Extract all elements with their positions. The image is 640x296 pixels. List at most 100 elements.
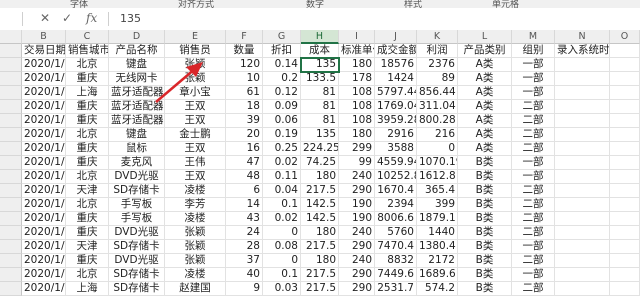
table-cell[interactable]: 1424 bbox=[375, 72, 417, 86]
select-all-corner[interactable] bbox=[0, 30, 22, 44]
table-cell[interactable]: 1070.19 bbox=[417, 156, 458, 170]
table-cell[interactable]: SD存储卡 bbox=[109, 268, 165, 282]
table-cell[interactable]: 二部 bbox=[512, 282, 555, 296]
table-cell[interactable]: 1769.04 bbox=[375, 100, 417, 114]
table-cell[interactable]: 217.5 bbox=[301, 268, 339, 282]
table-cell[interactable]: 142.5 bbox=[301, 212, 339, 226]
table-cell[interactable]: 216 bbox=[417, 128, 458, 142]
table-cell[interactable]: 1670.4 bbox=[375, 184, 417, 198]
table-cell[interactable]: 王双 bbox=[165, 100, 226, 114]
table-cell[interactable]: 18576 bbox=[375, 58, 417, 72]
table-cell[interactable]: A类 bbox=[458, 72, 512, 86]
row-header[interactable] bbox=[0, 114, 22, 128]
table-cell[interactable]: 二部 bbox=[512, 128, 555, 142]
column-title-cell[interactable]: 成本 bbox=[301, 44, 339, 58]
table-cell[interactable]: 290 bbox=[339, 268, 375, 282]
row-header[interactable] bbox=[0, 226, 22, 240]
table-cell[interactable]: 0.1 bbox=[263, 198, 301, 212]
table-cell[interactable]: 240 bbox=[339, 254, 375, 268]
table-cell[interactable]: 40 bbox=[226, 268, 263, 282]
table-cell[interactable]: 290 bbox=[339, 240, 375, 254]
column-header-o[interactable]: O bbox=[610, 30, 640, 44]
table-cell[interactable] bbox=[610, 240, 640, 254]
table-cell[interactable] bbox=[610, 128, 640, 142]
table-cell[interactable]: 一部 bbox=[512, 86, 555, 100]
formula-cancel-icon[interactable]: ✕ bbox=[40, 11, 50, 25]
table-cell[interactable]: B类 bbox=[458, 184, 512, 198]
column-title-cell[interactable]: 成交金额 bbox=[375, 44, 417, 58]
table-cell[interactable]: 10 bbox=[226, 72, 263, 86]
table-cell[interactable]: 217.5 bbox=[301, 282, 339, 296]
table-cell[interactable]: 180 bbox=[339, 128, 375, 142]
column-header-f[interactable]: F bbox=[226, 30, 263, 44]
column-title-cell[interactable]: 折扣 bbox=[263, 44, 301, 58]
table-cell[interactable]: 217.5 bbox=[301, 184, 339, 198]
table-cell[interactable]: 135 bbox=[301, 58, 339, 72]
table-cell[interactable]: 天津 bbox=[66, 184, 109, 198]
table-cell[interactable]: B类 bbox=[458, 268, 512, 282]
ribbon-collapse-icon[interactable]: ⌃ bbox=[628, 0, 636, 6]
table-cell[interactable]: SD存储卡 bbox=[109, 240, 165, 254]
table-cell[interactable] bbox=[610, 156, 640, 170]
table-cell[interactable]: 180 bbox=[339, 58, 375, 72]
table-cell[interactable]: 8832 bbox=[375, 254, 417, 268]
table-cell[interactable]: 240 bbox=[339, 170, 375, 184]
table-cell[interactable]: 2020/1/3 bbox=[22, 58, 66, 72]
table-cell[interactable]: 399 bbox=[417, 198, 458, 212]
table-cell[interactable]: 北京 bbox=[66, 170, 109, 184]
table-cell[interactable]: 无线网卡 bbox=[109, 72, 165, 86]
table-cell[interactable]: 9 bbox=[226, 282, 263, 296]
table-cell[interactable]: 0 bbox=[417, 142, 458, 156]
column-title-cell[interactable]: 交易日期 bbox=[22, 44, 66, 58]
table-cell[interactable]: 0.09 bbox=[263, 100, 301, 114]
table-cell[interactable]: 2172 bbox=[417, 254, 458, 268]
table-cell[interactable]: 2020/1/17 bbox=[22, 240, 66, 254]
table-cell[interactable]: B类 bbox=[458, 226, 512, 240]
table-cell[interactable] bbox=[610, 44, 640, 58]
table-cell[interactable]: SD存储卡 bbox=[109, 184, 165, 198]
row-header[interactable] bbox=[0, 254, 22, 268]
table-cell[interactable]: 2394 bbox=[375, 198, 417, 212]
table-cell[interactable]: 43 bbox=[226, 212, 263, 226]
table-cell[interactable]: 1689.6 bbox=[417, 268, 458, 282]
table-cell[interactable]: 北京 bbox=[66, 128, 109, 142]
table-cell[interactable]: 张颖 bbox=[165, 254, 226, 268]
table-cell[interactable] bbox=[555, 100, 610, 114]
row-header[interactable] bbox=[0, 142, 22, 156]
table-cell[interactable]: B类 bbox=[458, 156, 512, 170]
table-cell[interactable]: 240 bbox=[339, 226, 375, 240]
row-header[interactable] bbox=[0, 240, 22, 254]
table-cell[interactable]: 217.5 bbox=[301, 240, 339, 254]
table-cell[interactable]: 24 bbox=[226, 226, 263, 240]
table-cell[interactable]: 180 bbox=[301, 226, 339, 240]
table-cell[interactable] bbox=[555, 72, 610, 86]
table-cell[interactable] bbox=[555, 198, 610, 212]
formula-input[interactable]: 135 bbox=[120, 12, 141, 25]
table-cell[interactable]: 120 bbox=[226, 58, 263, 72]
column-header-g[interactable]: G bbox=[263, 30, 301, 44]
table-cell[interactable]: 81 bbox=[301, 86, 339, 100]
table-cell[interactable]: 张颖 bbox=[165, 240, 226, 254]
table-cell[interactable]: 重庆 bbox=[66, 212, 109, 226]
table-cell[interactable]: A类 bbox=[458, 114, 512, 128]
column-header-m[interactable]: M bbox=[512, 30, 555, 44]
column-header-k[interactable]: K bbox=[417, 30, 458, 44]
row-header[interactable] bbox=[0, 86, 22, 100]
table-cell[interactable]: 311.04 bbox=[417, 100, 458, 114]
table-cell[interactable] bbox=[610, 282, 640, 296]
table-cell[interactable]: 北京 bbox=[66, 198, 109, 212]
table-cell[interactable]: 290 bbox=[339, 184, 375, 198]
table-cell[interactable]: 手写板 bbox=[109, 198, 165, 212]
table-cell[interactable]: 290 bbox=[339, 282, 375, 296]
table-cell[interactable]: 2020/1/18 bbox=[22, 254, 66, 268]
table-cell[interactable] bbox=[555, 142, 610, 156]
table-cell[interactable]: 0.25 bbox=[263, 142, 301, 156]
row-header[interactable] bbox=[0, 184, 22, 198]
table-cell[interactable]: 一部 bbox=[512, 156, 555, 170]
row-header[interactable] bbox=[0, 170, 22, 184]
table-cell[interactable]: 王双 bbox=[165, 142, 226, 156]
table-cell[interactable]: 一部 bbox=[512, 170, 555, 184]
table-cell[interactable]: 0.08 bbox=[263, 240, 301, 254]
table-cell[interactable]: 上海 bbox=[66, 282, 109, 296]
table-cell[interactable]: 北京 bbox=[66, 58, 109, 72]
